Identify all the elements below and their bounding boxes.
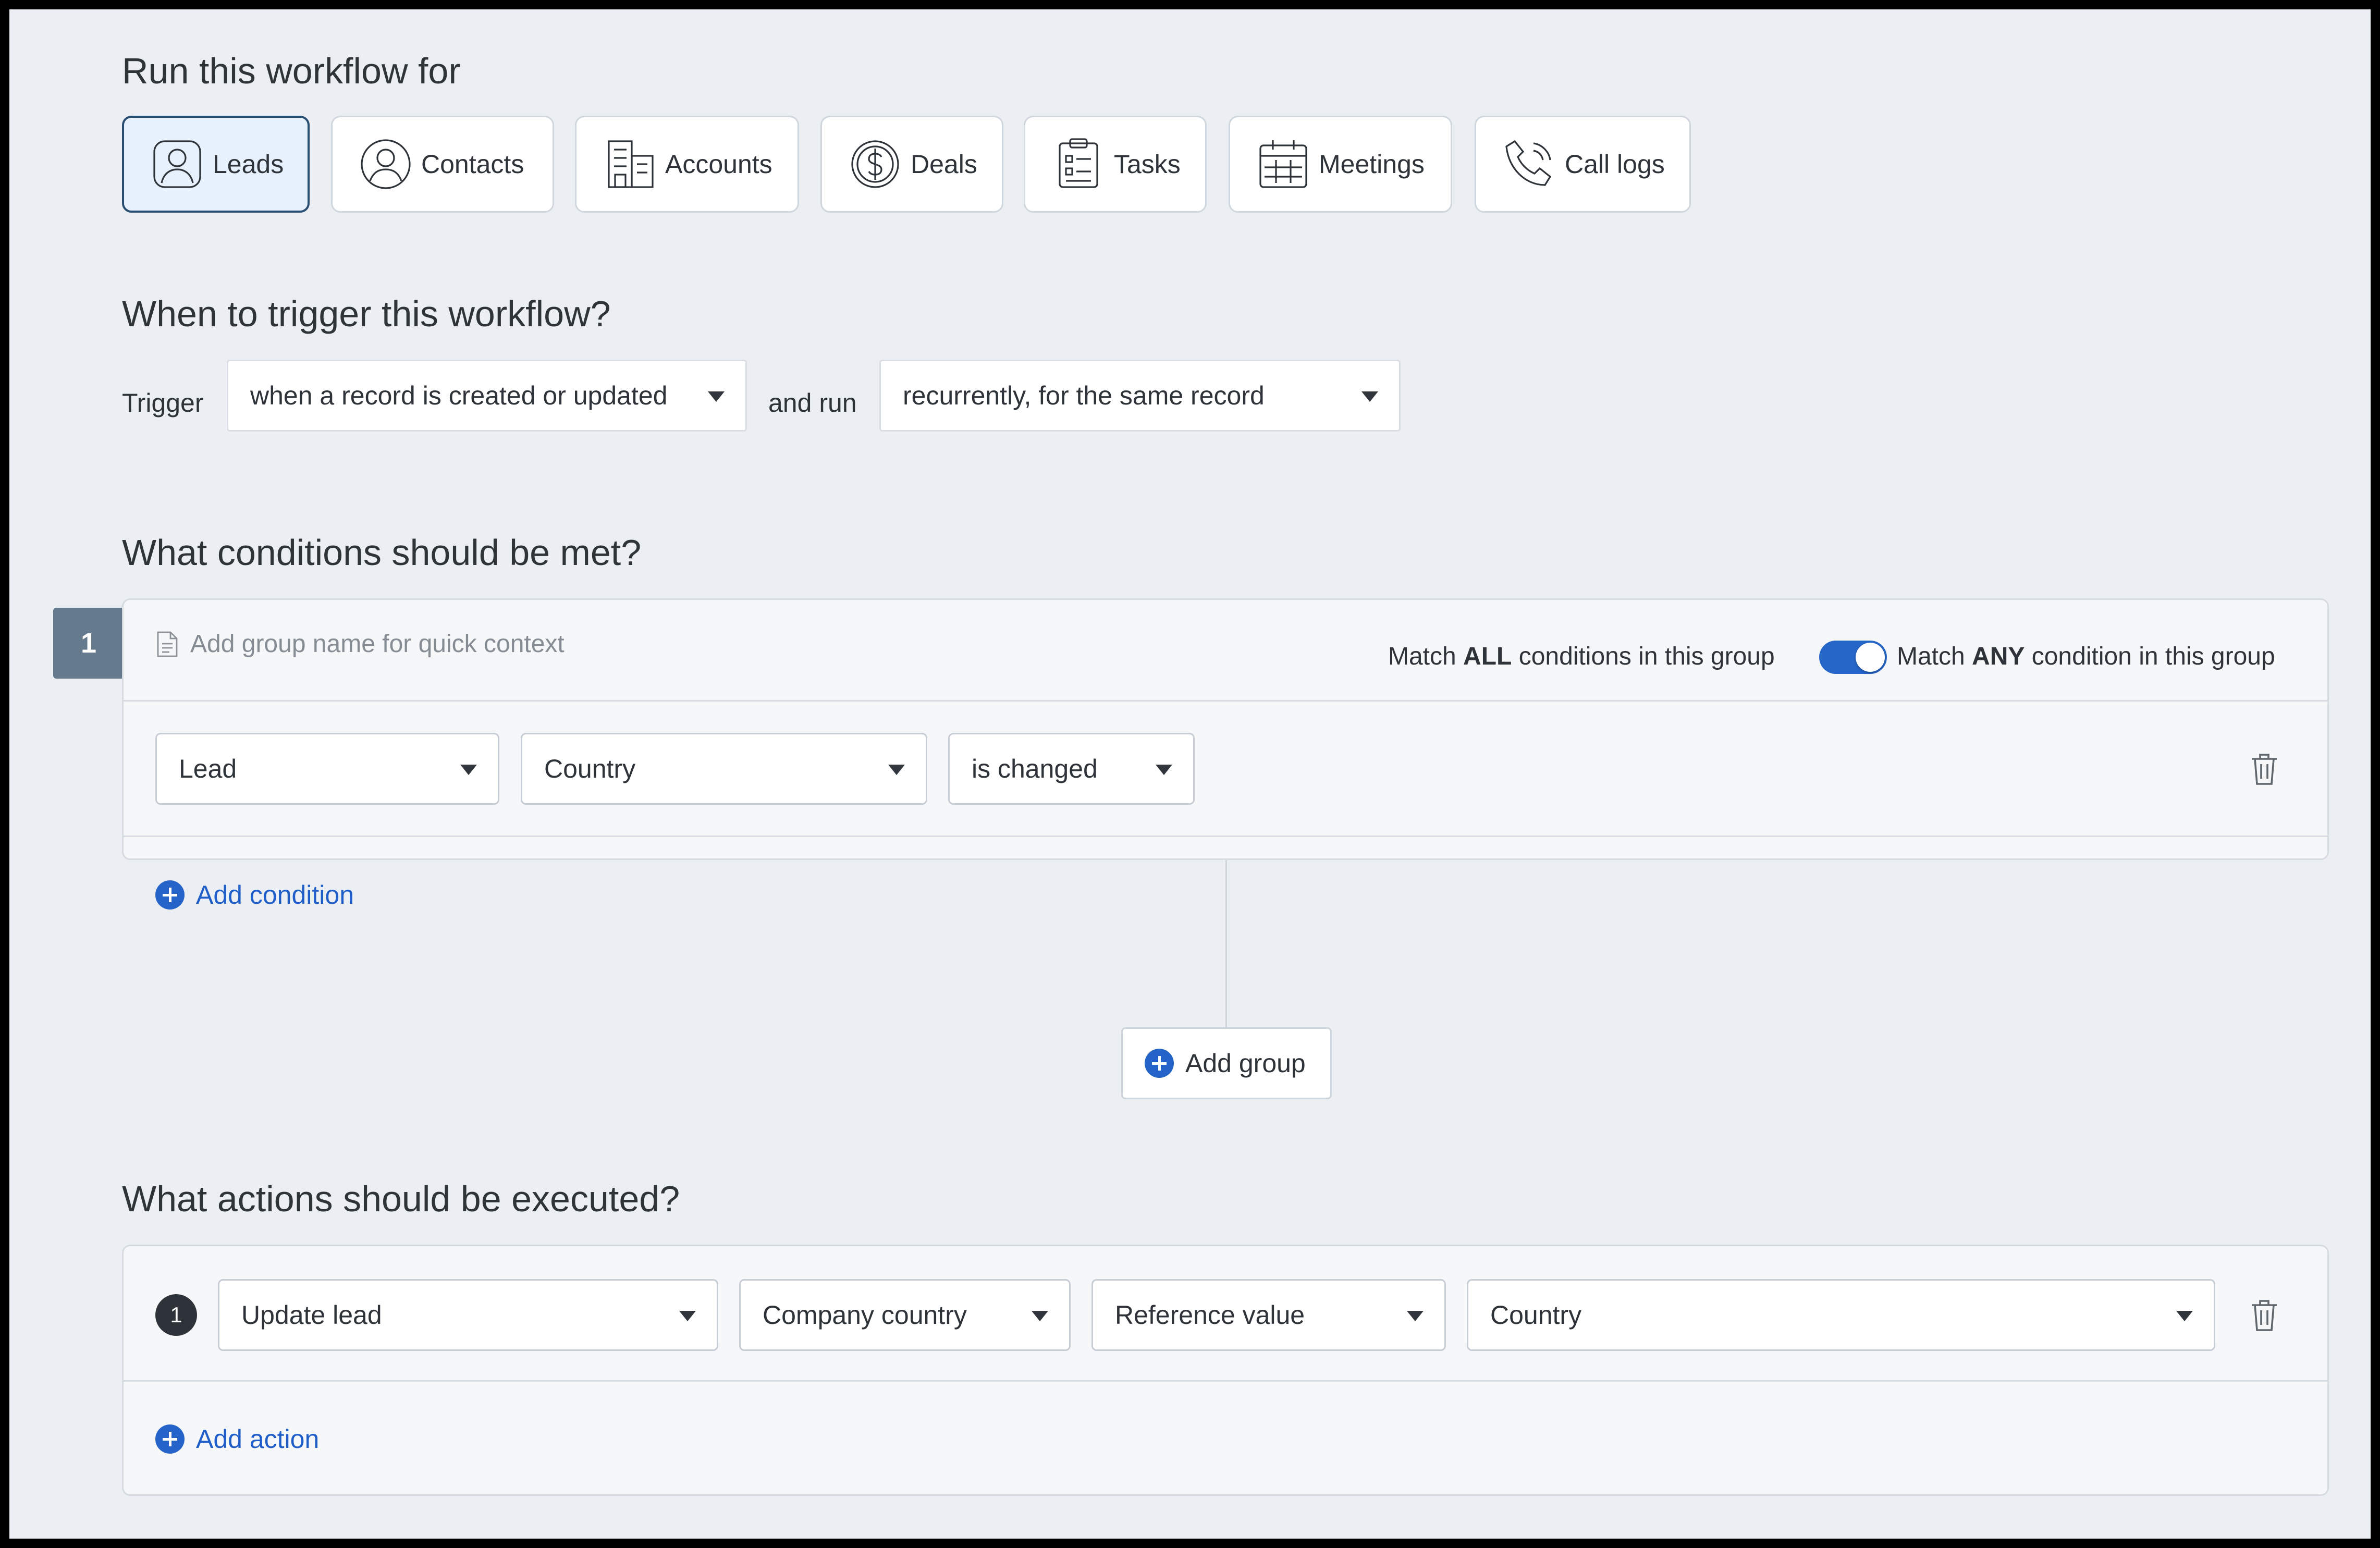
action-value-select[interactable]: Country [1467,1279,2215,1351]
module-label: Contacts [421,150,524,179]
workflow-editor: Run this workflow for Leads Contacts Acc… [9,9,2371,1539]
action-field-value: Company country [763,1300,967,1330]
phone-icon [1505,140,1552,186]
add-group-button[interactable]: Add group [1121,1027,1332,1099]
add-group-label: Add group [1185,1049,1306,1078]
divider [124,836,2327,837]
toggle-knob [1856,643,1885,672]
module-tile-call-logs[interactable]: Call logs [1475,116,1691,213]
section-title-actions: What actions should be executed? [122,1178,680,1219]
trigger-label: Trigger [122,388,204,417]
action-value-type-select[interactable]: Reference value [1091,1279,1446,1351]
module-label: Leads [213,150,284,179]
action-type-value: Update lead [241,1300,382,1330]
match-all-prefix: Match [1388,643,1464,670]
condition-operator-select[interactable]: is changed [948,733,1195,805]
chevron-down-icon [1032,1311,1048,1321]
clipboard-icon [1059,138,1098,188]
document-icon [157,631,178,657]
action-value-value: Country [1490,1300,1582,1330]
plus-circle-icon [155,880,185,910]
module-tile-meetings[interactable]: Meetings [1229,116,1452,213]
section-title-trigger: When to trigger this workflow? [122,293,611,334]
module-tile-accounts[interactable]: Accounts [575,116,799,213]
match-all-suffix: conditions in this group [1512,643,1775,670]
divider [124,1380,2327,1382]
condition-field-select[interactable]: Country [521,733,927,805]
module-label: Accounts [665,150,772,179]
add-action-button[interactable]: Add action [155,1424,319,1454]
chevron-down-icon [2176,1311,2193,1321]
match-any-keyword: ANY [1972,643,2025,670]
calendar-icon [1259,140,1307,188]
action-number-badge: 1 [155,1294,197,1336]
match-all-label[interactable]: Match ALL conditions in this group [1388,642,1775,671]
module-label: Meetings [1319,150,1425,179]
chevron-down-icon [1407,1311,1424,1321]
plus-circle-icon [155,1424,185,1454]
module-label: Tasks [1114,150,1181,179]
group-number-badge: 1 [53,608,124,679]
section-title-conditions: What conditions should be met? [122,532,642,573]
chevron-down-icon [1156,765,1172,775]
add-condition-button[interactable]: Add condition [155,880,354,910]
condition-operator-value: is changed [972,754,1098,783]
module-label: Deals [911,150,977,179]
plus-circle-icon [1145,1049,1174,1078]
contact-icon [361,139,411,189]
trigger-run-value: recurrently, for the same record [903,381,1265,410]
action-value-type-value: Reference value [1115,1300,1305,1330]
module-label: Call logs [1565,150,1665,179]
chevron-down-icon [679,1311,696,1321]
condition-entity-select[interactable]: Lead [155,733,499,805]
match-any-suffix: condition in this group [2025,643,2275,670]
condition-field-value: Country [544,754,636,783]
match-all-keyword: ALL [1463,643,1512,670]
action-type-select[interactable]: Update lead [218,1279,718,1351]
chevron-down-icon [888,765,905,775]
add-condition-label: Add condition [196,880,354,910]
trigger-when-select[interactable]: when a record is created or updated [227,360,747,432]
match-any-prefix: Match [1897,643,1972,670]
and-run-label: and run [768,388,857,417]
chevron-down-icon [460,765,477,775]
lead-icon [153,140,201,188]
module-tile-tasks[interactable]: Tasks [1024,116,1207,213]
dollar-icon [851,140,899,188]
chevron-down-icon [1361,391,1378,402]
match-any-label[interactable]: Match ANY condition in this group [1897,642,2275,671]
module-tile-deals[interactable]: Deals [820,116,1003,213]
match-mode-toggle[interactable] [1819,641,1887,674]
section-title-run-for: Run this workflow for [122,51,461,91]
delete-action-icon[interactable] [2250,1298,2279,1332]
delete-condition-icon[interactable] [2250,752,2279,786]
group-connector-line [1225,860,1227,1037]
divider [124,700,2327,702]
trigger-run-select[interactable]: recurrently, for the same record [879,360,1401,432]
chevron-down-icon [708,391,725,402]
condition-entity-value: Lead [179,754,237,783]
group-name-placeholder: Add group name for quick context [190,630,565,658]
action-field-select[interactable]: Company country [739,1279,1071,1351]
module-tile-leads[interactable]: Leads [122,116,310,213]
group-name-input[interactable]: Add group name for quick context [156,630,565,658]
module-tile-contacts[interactable]: Contacts [331,116,554,213]
trigger-when-value: when a record is created or updated [250,381,668,410]
add-action-label: Add action [196,1424,320,1454]
building-icon [608,140,654,188]
